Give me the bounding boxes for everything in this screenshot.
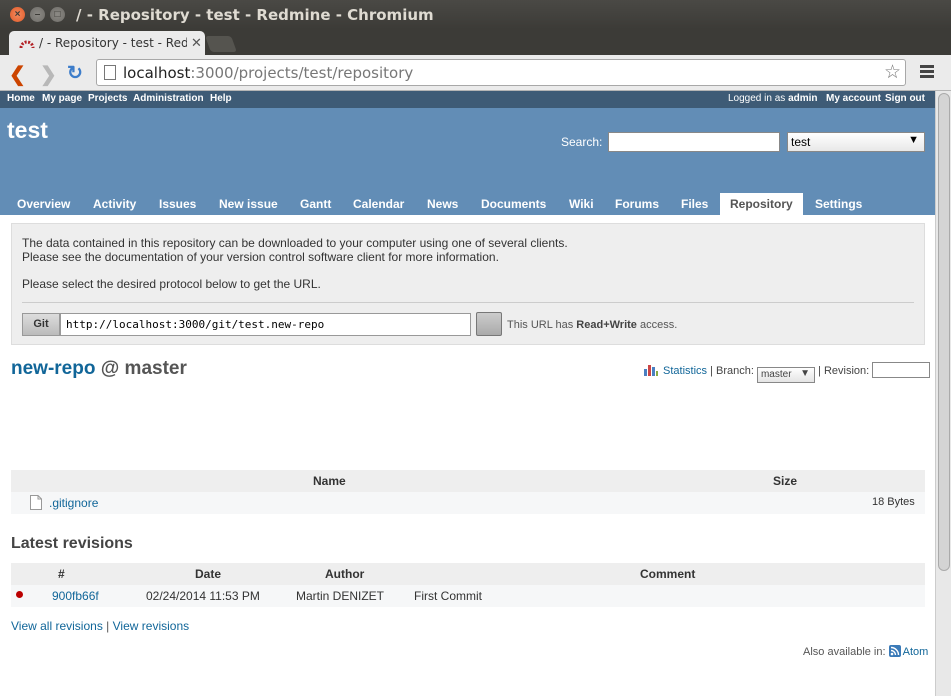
tab-calendar[interactable]: Calendar <box>353 193 404 215</box>
git-url-field[interactable]: http://localhost:3000/git/test.new-repo <box>60 313 471 336</box>
top-menu-administration[interactable]: Administration <box>133 93 204 104</box>
tab-new-issue[interactable]: New issue <box>219 193 278 215</box>
statistics-icon <box>644 365 658 376</box>
tab-close-icon[interactable]: ✕ <box>191 35 202 51</box>
file-size: 18 Bytes <box>872 496 915 508</box>
main-menu: Overview Activity Issues New issue Gantt… <box>0 193 935 215</box>
top-menu-my-page[interactable]: My page <box>42 93 82 104</box>
repository-title: new-repo @ master <box>11 358 187 379</box>
revision-date: 02/24/2014 11:53 PM <box>146 589 260 603</box>
project-jump-select[interactable]: test ▼ <box>787 132 925 152</box>
repository-download-box: The data contained in this repository ca… <box>11 223 925 345</box>
tab-title: / - Repository - test - Red <box>39 36 187 50</box>
page-scrollbar[interactable] <box>935 91 951 696</box>
tab-documents[interactable]: Documents <box>481 193 546 215</box>
repository-name-link[interactable]: new-repo <box>11 358 95 379</box>
download-info-line1: The data contained in this repository ca… <box>22 236 568 250</box>
logged-in-user[interactable]: admin <box>788 93 817 104</box>
column-header-number: # <box>58 567 65 581</box>
tab-gantt[interactable]: Gantt <box>300 193 331 215</box>
file-name-link[interactable]: .gitignore <box>49 496 98 510</box>
tab-files[interactable]: Files <box>681 193 708 215</box>
revision-links: View all revisions | View revisions <box>11 619 190 633</box>
back-icon[interactable]: ❮ <box>9 62 26 87</box>
revision-comment: First Commit <box>414 589 482 603</box>
tab-issues[interactable]: Issues <box>159 193 196 215</box>
revision-input[interactable] <box>872 362 931 378</box>
column-header-comment: Comment <box>640 567 696 581</box>
tab-repository[interactable]: Repository <box>720 193 803 215</box>
column-header-date: Date <box>195 567 222 581</box>
revision-author: Martin DENIZET <box>296 589 385 603</box>
forward-icon[interactable]: ❯ <box>40 62 57 87</box>
reload-icon[interactable]: ↻ <box>67 62 83 85</box>
page-icon <box>104 65 116 80</box>
top-menu-help[interactable]: Help <box>210 93 232 104</box>
table-row: .gitignore 18 Bytes <box>11 492 925 514</box>
atom-feed-link[interactable]: Atom <box>903 646 929 658</box>
page: Home My page Projects Administration Hel… <box>0 91 935 696</box>
revision-link[interactable]: 900fb66f <box>52 589 99 603</box>
divider <box>22 302 914 303</box>
main-content: The data contained in this repository ca… <box>0 215 935 696</box>
revisions-table-header: # Date Author Comment <box>11 563 925 585</box>
window-maximize-button[interactable]: □ <box>50 7 65 22</box>
chrome-menu-icon[interactable] <box>920 65 934 80</box>
latest-revisions-heading: Latest revisions <box>11 535 133 552</box>
column-header-author: Author <box>325 567 365 581</box>
repository-tools: Statistics | Branch: master ▼ | Revision: <box>643 362 931 383</box>
top-menu-home[interactable]: Home <box>7 93 35 104</box>
column-header-name[interactable]: Name <box>313 474 346 488</box>
window-close-button[interactable]: × <box>10 7 25 22</box>
download-info-line3: Please select the desired protocol below… <box>22 277 321 291</box>
scrollbar-thumb[interactable] <box>938 93 950 571</box>
branch-select[interactable]: master ▼ <box>756 367 815 383</box>
tab-forums[interactable]: Forums <box>615 193 659 215</box>
file-icon <box>30 495 42 510</box>
dropdown-arrow-icon: ▼ <box>800 368 810 379</box>
window-title: / - Repository - test - Redmine - Chromi… <box>76 6 434 24</box>
top-menu-my-account[interactable]: My account <box>826 93 881 104</box>
tab-settings[interactable]: Settings <box>815 193 862 215</box>
top-menu-sign-out[interactable]: Sign out <box>885 93 925 104</box>
tab-overview[interactable]: Overview <box>17 193 70 215</box>
tab-strip: / - Repository - test - Red ✕ <box>0 29 951 55</box>
download-info-line2: Please see the documentation of your ver… <box>22 250 499 264</box>
project-title: test <box>7 117 48 143</box>
tab-news[interactable]: News <box>427 193 458 215</box>
also-available: Also available in: Atom <box>803 645 929 658</box>
search-input[interactable] <box>608 132 780 152</box>
window-minimize-button[interactable]: – <box>30 7 45 22</box>
browser-tab[interactable]: / - Repository - test - Red ✕ <box>9 31 205 55</box>
copy-url-button[interactable] <box>476 312 502 336</box>
tab-wiki[interactable]: Wiki <box>569 193 594 215</box>
git-protocol-button[interactable]: Git <box>22 313 60 336</box>
bookmark-star-icon[interactable]: ☆ <box>884 61 901 84</box>
dropdown-arrow-icon: ▼ <box>908 134 919 146</box>
logged-in-as: Logged in as admin <box>728 93 818 104</box>
revision-dot-icon <box>16 591 23 598</box>
view-all-revisions-link[interactable]: View all revisions <box>11 619 103 633</box>
files-table-header: Name Size <box>11 470 925 492</box>
tab-activity[interactable]: Activity <box>93 193 136 215</box>
table-row: 900fb66f 02/24/2014 11:53 PM Martin DENI… <box>11 585 925 607</box>
address-bar[interactable]: localhost:3000/projects/test/repository … <box>96 59 906 86</box>
column-header-size[interactable]: Size <box>773 474 797 488</box>
view-revisions-link[interactable]: View revisions <box>113 619 189 633</box>
browser-toolbar: ❮ ❯ ↻ localhost:3000/projects/test/repos… <box>0 55 951 91</box>
window-titlebar: × – □ / - Repository - test - Redmine - … <box>0 0 951 29</box>
top-menu-projects[interactable]: Projects <box>88 93 127 104</box>
access-note: This URL has Read+Write access. <box>507 319 678 331</box>
redmine-favicon-icon <box>19 40 35 49</box>
url-text[interactable]: localhost:3000/projects/test/repository <box>123 64 413 82</box>
top-menu: Home My page Projects Administration Hel… <box>0 91 935 108</box>
current-branch: master <box>124 358 187 379</box>
project-header: test Search: test ▼ Overview Activity Is… <box>0 108 935 215</box>
search-label: Search: <box>561 135 603 149</box>
atom-feed-icon <box>888 645 901 657</box>
new-tab-button[interactable] <box>205 36 237 52</box>
statistics-link[interactable]: Statistics <box>663 365 707 377</box>
